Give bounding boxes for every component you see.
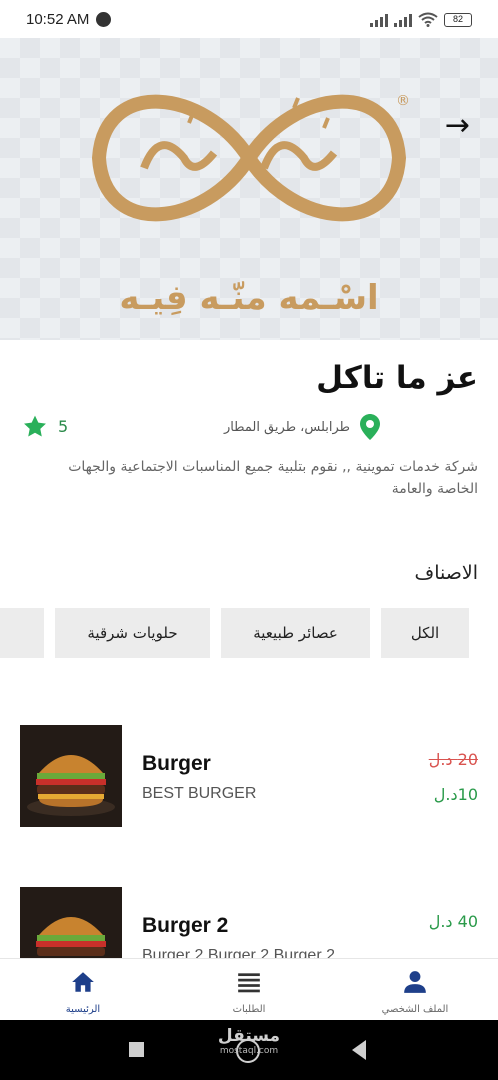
- recents-icon[interactable]: [129, 1042, 144, 1057]
- product-name: Burger: [142, 752, 211, 775]
- location-text: طرابلس، طريق المطار: [223, 419, 350, 435]
- product-price: 10د.ل: [433, 785, 478, 804]
- alarm-icon: [96, 12, 111, 27]
- arrow-right-icon[interactable]: →: [445, 108, 470, 143]
- chip-juices[interactable]: عصائر طبيعية: [221, 608, 370, 658]
- categories-title: الاصناف: [414, 562, 478, 584]
- rating-value: 5: [58, 417, 69, 436]
- chip-sweets[interactable]: حلويات شرقية: [55, 608, 210, 658]
- nav-profile-label: الملف الشخصي: [381, 1004, 449, 1015]
- status-bar: 10:52 AM 82: [0, 0, 498, 38]
- star-icon: [24, 415, 46, 437]
- category-chips[interactable]: الكل عصائر طبيعية حلويات شرقية مأ: [0, 608, 498, 658]
- wifi-icon: [418, 12, 438, 27]
- product-subtitle: Burger 2 Burger 2 Burger 2: [142, 947, 335, 958]
- status-time: 10:52 AM: [26, 11, 90, 28]
- product-item[interactable]: Burger BEST BURGER 20 د.ل 10د.ل: [0, 722, 498, 842]
- back-icon[interactable]: [352, 1040, 366, 1060]
- product-old-price: 20 د.ل: [428, 750, 478, 769]
- signal-icon: [370, 13, 388, 27]
- store-name: عز ما تاكل: [316, 360, 478, 396]
- store-rating: 5: [22, 414, 68, 439]
- list-icon: [238, 973, 260, 993]
- product-subtitle: BEST BURGER: [142, 785, 257, 802]
- chip-all[interactable]: الكل: [381, 608, 469, 658]
- nav-home[interactable]: الرئيسية: [0, 959, 166, 1021]
- chip-more[interactable]: مأ: [0, 608, 44, 658]
- product-price: 40 د.ل: [428, 912, 478, 931]
- burger-image: [20, 725, 122, 827]
- status-icons: 82: [370, 12, 472, 27]
- product-item[interactable]: Burger 2 Burger 2 Burger 2 Burger 2 40 د…: [0, 884, 498, 958]
- registered-mark: ®: [396, 93, 410, 109]
- system-nav-bar: مستقل mostaql.com: [0, 1020, 498, 1080]
- signal-icon: [394, 13, 412, 27]
- product-name: Burger 2: [142, 914, 229, 937]
- nav-orders-label: الطلبات: [232, 1004, 266, 1015]
- store-logo: [91, 94, 407, 222]
- watermark-main: مستقل: [217, 1026, 281, 1046]
- nav-home-label: الرئيسية: [65, 1004, 101, 1015]
- store-banner[interactable]: ® اسْـمه منّـه فِيـه →: [0, 38, 498, 340]
- battery-icon: 82: [444, 12, 472, 27]
- watermark-sub: mostaql.com: [219, 1046, 279, 1056]
- logo-slogan: اسْـمه منّـه فِيـه: [119, 278, 379, 318]
- nav-orders[interactable]: الطلبات: [166, 959, 332, 1021]
- burger-image: [20, 887, 122, 958]
- home-icon: [72, 972, 94, 992]
- bottom-nav: الرئيسية الطلبات الملف الشخصي: [0, 958, 498, 1020]
- store-description: شركة خدمات تموينية ,, نقوم بتلبية جميع ا…: [68, 459, 478, 497]
- nav-profile[interactable]: الملف الشخصي: [332, 959, 498, 1021]
- person-icon: [404, 971, 426, 993]
- watermark: مستقل mostaql.com: [213, 1026, 285, 1056]
- location-pin-icon: [360, 414, 380, 440]
- store-location: طرابلس، طريق المطار: [224, 414, 380, 440]
